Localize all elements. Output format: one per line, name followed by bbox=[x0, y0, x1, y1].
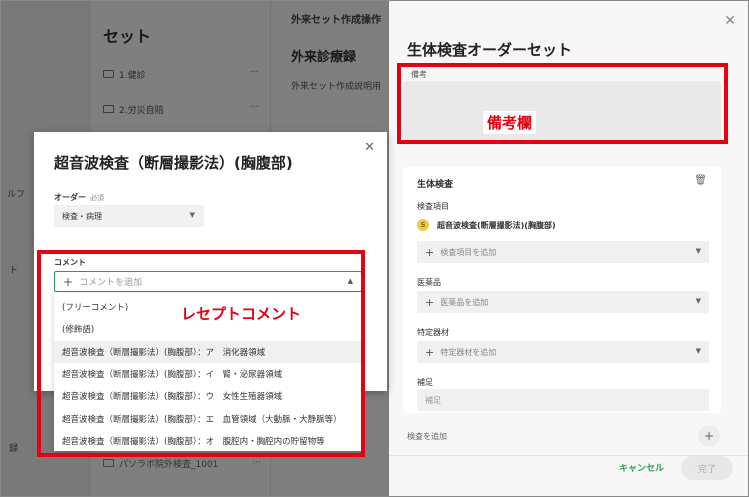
add-exam-button[interactable]: + bbox=[698, 425, 720, 447]
add-exam-label: 検査を追加 bbox=[407, 432, 447, 441]
more-icon[interactable]: ··· bbox=[252, 458, 261, 468]
s-badge-icon: S bbox=[417, 219, 429, 231]
supplement-label: 補足 bbox=[417, 378, 433, 387]
order-value: 検査・病理 bbox=[62, 211, 102, 221]
cancel-button[interactable]: キャンセル bbox=[619, 461, 664, 474]
trash-icon[interactable]: 🗑 bbox=[694, 175, 707, 186]
chevron-down-icon: ▼ bbox=[695, 247, 701, 255]
chevron-down-icon: ▼ bbox=[695, 347, 701, 355]
receipt-annotation-label: レセプトコメント bbox=[181, 305, 302, 323]
memo-annotation-box bbox=[397, 63, 728, 144]
drawer-title: 生体検査オーダーセット bbox=[407, 41, 573, 59]
exam-card-title: 生体検査 bbox=[417, 180, 454, 190]
required-tag: 必須 bbox=[90, 194, 104, 202]
modal-title: 超音波検査（断層撮影法）(胸腹部) bbox=[54, 154, 293, 172]
device-label: 特定器材 bbox=[417, 328, 449, 337]
done-button[interactable]: 完了 bbox=[681, 456, 733, 480]
order-label: オーダー 必須 bbox=[54, 192, 104, 203]
supplement-input[interactable]: 補足 bbox=[417, 389, 709, 411]
add-device-text: 特定器材を追加 bbox=[440, 347, 497, 357]
add-drug-select[interactable]: + 医薬品を追加 ▼ bbox=[417, 291, 709, 313]
exam-item-name: 超音波検査(断層撮影法)(胸腹部) bbox=[437, 220, 556, 230]
add-device-select[interactable]: + 特定器材を追加 ▼ bbox=[417, 341, 709, 363]
close-icon[interactable]: ✕ bbox=[724, 13, 736, 29]
plus-icon: + bbox=[425, 345, 435, 359]
chevron-down-icon: ▼ bbox=[695, 297, 701, 305]
add-exam-item-select[interactable]: + 検査項目を追加 ▼ bbox=[417, 241, 709, 263]
screen: ルフ ト 録 セット 1.健診 ··· 2.労災自賠 ··· 外来セット作成操作… bbox=[0, 0, 749, 497]
close-icon[interactable]: ✕ bbox=[364, 140, 375, 155]
folder-icon bbox=[103, 459, 114, 467]
drug-label: 医薬品 bbox=[417, 278, 441, 287]
receipt-annotation-box bbox=[37, 250, 365, 457]
exam-item[interactable]: S 超音波検査(断層撮影法)(胸腹部) bbox=[417, 219, 556, 231]
order-select[interactable]: 検査・病理 ▼ bbox=[54, 205, 204, 227]
order-label-text: オーダー bbox=[54, 193, 86, 202]
set-item-label: パソラボ院外検査_1001 bbox=[119, 459, 219, 470]
add-drug-text: 医薬品を追加 bbox=[440, 297, 489, 307]
chevron-down-icon: ▼ bbox=[189, 211, 195, 219]
plus-icon: + bbox=[425, 295, 435, 309]
plus-icon: + bbox=[425, 245, 435, 259]
add-exam-item-text: 検査項目を追加 bbox=[440, 247, 497, 257]
exam-items-label: 検査項目 bbox=[417, 202, 449, 211]
memo-annotation-label: 備考欄 bbox=[483, 111, 537, 134]
exam-card: 生体検査 🗑 検査項目 S 超音波検査(断層撮影法)(胸腹部) + 検査項目を追… bbox=[403, 167, 721, 413]
